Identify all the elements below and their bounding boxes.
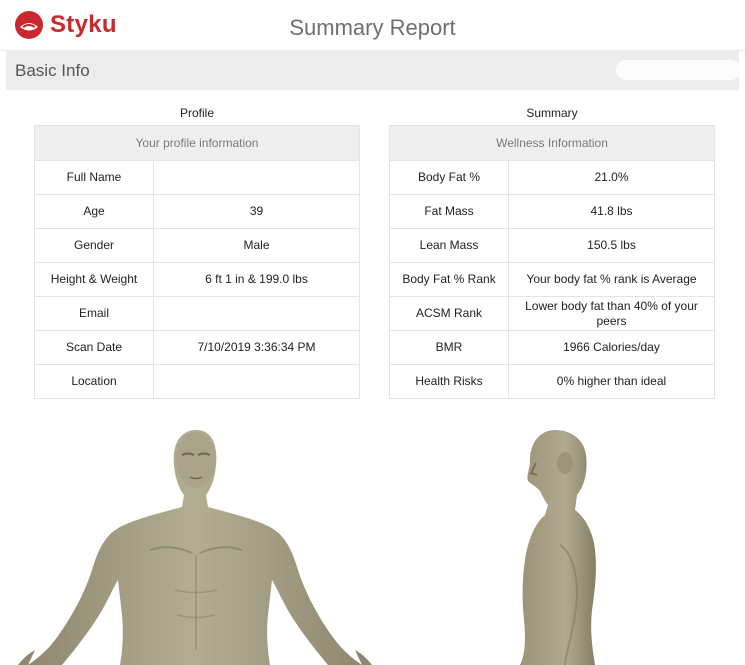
summary-row-value: 21.0% <box>508 160 715 195</box>
summary-row-label: Health Risks <box>389 364 509 399</box>
summary-row-label: ACSM Rank <box>389 296 509 331</box>
summary-row: Fat Mass 41.8 lbs <box>389 194 715 229</box>
summary-table-header: Wellness Information <box>389 125 715 161</box>
profile-row-label: Email <box>34 296 154 331</box>
profile-section-label: Profile <box>179 106 214 120</box>
profile-row-label: Scan Date <box>34 330 154 365</box>
profile-row: Location <box>34 364 360 399</box>
profile-row-label: Location <box>34 364 154 399</box>
side-view-avatar <box>520 430 596 665</box>
profile-row-value: 39 <box>153 194 360 229</box>
report-header: Styku Summary Report <box>0 0 745 51</box>
profile-table-header: Your profile information <box>34 125 360 161</box>
profile-row: Full Name <box>34 160 360 195</box>
summary-row-value: Lower body fat than 40% of your peers <box>508 296 715 331</box>
body-scan-figures <box>0 415 745 665</box>
summary-row: Health Risks 0% higher than ideal <box>389 364 715 399</box>
profile-row: Email <box>34 296 360 331</box>
body-scan-svg <box>18 430 596 665</box>
profile-table: Your profile information Full Name Age 39 G… <box>34 125 360 399</box>
profile-row: Height & Weight 6 ft 1 in & 199.0 lbs <box>34 262 360 297</box>
summary-row: BMR 1966 Calories/day <box>389 330 715 365</box>
report-title: Summary Report <box>289 15 456 40</box>
summary-row-label: Fat Mass <box>389 194 509 229</box>
summary-row-label: Body Fat % Rank <box>389 262 509 297</box>
summary-row-value: 150.5 lbs <box>508 228 715 263</box>
profile-row-label: Height & Weight <box>34 262 154 297</box>
profile-row-label: Age <box>34 194 154 229</box>
profile-row-value: 7/10/2019 3:36:34 PM <box>153 330 360 365</box>
profile-row-value <box>153 160 360 195</box>
profile-row-value: Male <box>153 228 360 263</box>
profile-row-value <box>153 296 360 331</box>
basic-info-title: Basic Info <box>15 61 90 80</box>
summary-row-label: Body Fat % <box>389 160 509 195</box>
profile-row-label: Full Name <box>34 160 154 195</box>
summary-row: Body Fat % 21.0% <box>389 160 715 195</box>
profile-row: Scan Date 7/10/2019 3:36:34 PM <box>34 330 360 365</box>
summary-section-label: Summary <box>526 106 578 120</box>
summary-report-page: Styku Summary Report Basic Info Profile … <box>0 0 745 665</box>
summary-table: Wellness Information Body Fat % 21.0% Fat … <box>389 125 715 399</box>
basic-info-band: Basic Info <box>6 50 741 90</box>
profile-row: Age 39 <box>34 194 360 229</box>
summary-row: ACSM Rank Lower body fat than 40% of your… <box>389 296 715 331</box>
summary-row: Lean Mass 150.5 lbs <box>389 228 715 263</box>
profile-row: Gender Male <box>34 228 360 263</box>
summary-row-value: 1966 Calories/day <box>508 330 715 365</box>
summary-row-label: Lean Mass <box>389 228 509 263</box>
summary-row: Body Fat % Rank Your body fat % rank is A… <box>389 262 715 297</box>
summary-row-label: BMR <box>389 330 509 365</box>
front-view-avatar <box>18 430 372 665</box>
profile-row-label: Gender <box>34 228 154 263</box>
profile-row-value <box>153 364 360 399</box>
summary-row-value: 0% higher than ideal <box>508 364 715 399</box>
profile-row-value: 6 ft 1 in & 199.0 lbs <box>153 262 360 297</box>
redacted-field <box>616 60 741 80</box>
summary-row-value: Your body fat % rank is Average <box>508 262 715 297</box>
summary-row-value: 41.8 lbs <box>508 194 715 229</box>
